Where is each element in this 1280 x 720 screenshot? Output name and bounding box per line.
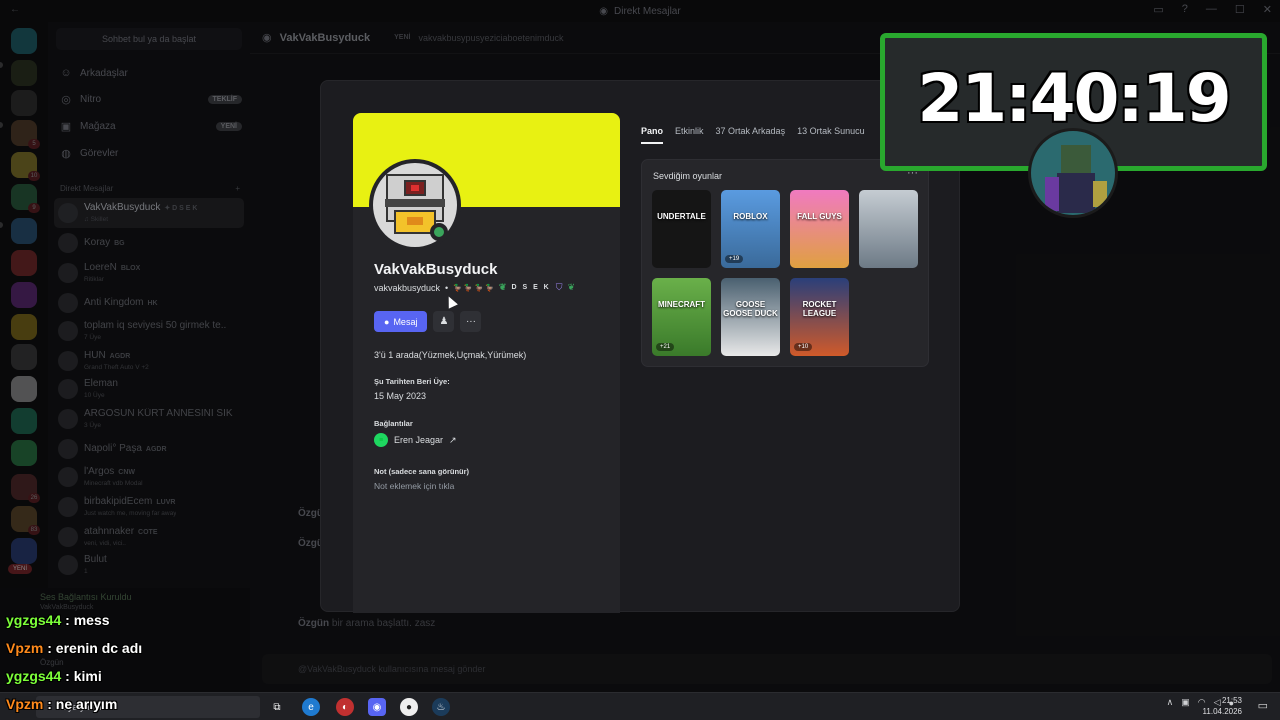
chat-bubble-icon: ● [384, 316, 390, 327]
obs-icon[interactable]: ● [400, 698, 418, 716]
game-player-count: +19 [725, 255, 744, 263]
game-tile[interactable]: GOOSE GOOSE DUCK [721, 278, 780, 356]
connection-name: Eren Jeagar [394, 435, 444, 445]
task-view-icon[interactable]: ⧉ [268, 698, 286, 716]
steam-icon[interactable]: ♨ [432, 698, 450, 716]
overlay-chat-line: Vpzm : ne arıyım [6, 696, 118, 712]
guild-tag-label: D S E K [511, 284, 551, 291]
taskbar-date: 11.04.2026 [1202, 707, 1242, 716]
game-player-count: +10 [794, 343, 813, 351]
game-tile[interactable]: UNDERTALE [652, 190, 711, 268]
separator-dot: • [445, 282, 449, 293]
overlay-chat-line: ygzgs44 : mess [6, 612, 110, 628]
member-since-date: 15 May 2023 [374, 391, 427, 401]
avatar-frame [369, 159, 461, 251]
leaf-badge-icon[interactable]: ❦ [568, 282, 576, 293]
shield-badge-icon[interactable]: ⛉ [556, 282, 563, 293]
game-tile[interactable]: ROCKET LEAGUE +10 [790, 278, 849, 356]
windows-taskbar: raya yazın ⧉ e ◐ ◉ ● ♨ ∧ ▣ ◠ ◁ ● 21:53 11… [0, 692, 1280, 720]
game-tile[interactable]: ROBLOX +19 [721, 190, 780, 268]
person-add-icon: ♟ [439, 316, 449, 327]
overlay-chat-line: ygzgs44 : kimi [6, 668, 102, 684]
discord-taskbar-icon[interactable]: ◉ [368, 698, 386, 716]
favorite-games-title: Sevdiğim oyunlar [653, 171, 723, 181]
game-name: UNDERTALE [657, 212, 706, 221]
overlay-chat-line: Vpzm : erenin dc adı [6, 640, 143, 656]
profile-actions: ● Mesaj ♟ ··· [374, 311, 482, 332]
tab-board[interactable]: Pano [641, 126, 664, 144]
connection-item[interactable]: ≡ Eren Jeagar ↗ [374, 433, 457, 447]
app-icon[interactable]: ◐ [336, 698, 354, 716]
profile-username: vakvakbusyduck [374, 282, 441, 293]
game-name: ROBLOX [733, 212, 768, 221]
member-since-label: Şu Tarihten Beri Üye: [374, 377, 450, 386]
profile-tabs: Pano Etkinlik 37 Ortak Arkadaş 13 Ortak … [641, 126, 865, 144]
duck-emojis: 🦆 🦆 🦆 🦆 [453, 284, 494, 292]
message-button-label: Mesaj [393, 316, 418, 327]
add-friend-button[interactable]: ♟ [433, 311, 455, 332]
profile-username-line: vakvakbusyduck • 🦆 🦆 🦆 🦆 ❦ D S E K ⛉ ❦ [374, 282, 575, 293]
leaf-icon: ❦ [498, 282, 509, 292]
game-name: FALL GUYS [797, 212, 842, 221]
note-input[interactable]: Not eklemek için tıkla [374, 481, 454, 491]
tab-mutual-friends[interactable]: 37 Ortak Arkadaş [716, 126, 786, 144]
game-name: ROCKET LEAGUE [802, 300, 837, 318]
chat-username: ygzgs44 [6, 668, 62, 684]
note-label: Not (sadece sana görünür) [374, 467, 470, 476]
favorite-games-panel: Sevdiğim oyunlar ··· UNDERTALE ROBLOX +19… [641, 159, 929, 367]
ellipsis-icon: ··· [465, 316, 476, 327]
connections-label: Bağlantılar [374, 419, 413, 428]
game-player-count: +21 [656, 343, 675, 351]
taskbar-clock[interactable]: 21:53 11.04.2026 [1203, 695, 1242, 717]
profile-bio: 3'ü 1 arada(Yüzmek,Uçmak,Yürümek) [374, 350, 527, 360]
chat-username: Vpzm [6, 696, 44, 712]
chat-username: ygzgs44 [6, 612, 62, 628]
edge-icon[interactable]: e [302, 698, 320, 716]
game-name: GOOSE GOOSE DUCK [723, 300, 778, 318]
chat-username: Vpzm [6, 640, 44, 656]
tab-activity[interactable]: Etkinlik [675, 126, 704, 144]
game-tile[interactable] [859, 190, 918, 268]
chat-message-text: kimi [73, 668, 102, 684]
spotify-icon: ≡ [374, 433, 388, 447]
chat-message-text: mess [73, 612, 110, 628]
streamer-avatar [1028, 128, 1118, 218]
taskbar-time: 21:53 [1221, 696, 1242, 705]
online-status-indicator [430, 223, 448, 241]
external-link-icon: ↗ [449, 434, 457, 445]
chat-message-text: erenin dc adı [55, 640, 143, 656]
chevron-up-icon[interactable]: ∧ [1167, 697, 1174, 708]
profile-card: VakVakBusyduck vakvakbusyduck • 🦆 🦆 🦆 🦆 … [353, 113, 620, 613]
game-tile[interactable]: MINECRAFT +21 [652, 278, 711, 356]
stream-clock-time: 21:40:19 [917, 60, 1231, 137]
tray-app-icon[interactable]: ▣ [1181, 697, 1190, 708]
profile-modal: VakVakBusyduck vakvakbusyduck • 🦆 🦆 🦆 🦆 … [320, 80, 960, 613]
profile-display-name: VakVakBusyduck [374, 261, 498, 278]
more-options-button[interactable]: ··· [460, 311, 482, 332]
tab-mutual-servers[interactable]: 13 Ortak Sunucu [797, 126, 865, 144]
game-name: MINECRAFT [657, 300, 706, 309]
game-tile[interactable]: FALL GUYS [790, 190, 849, 268]
notifications-icon[interactable]: ▭ [1258, 699, 1268, 712]
guild-tag[interactable]: ❦ D S E K [499, 282, 551, 293]
message-button[interactable]: ● Mesaj [374, 311, 428, 332]
chat-message-text: ne arıyım [55, 696, 118, 712]
